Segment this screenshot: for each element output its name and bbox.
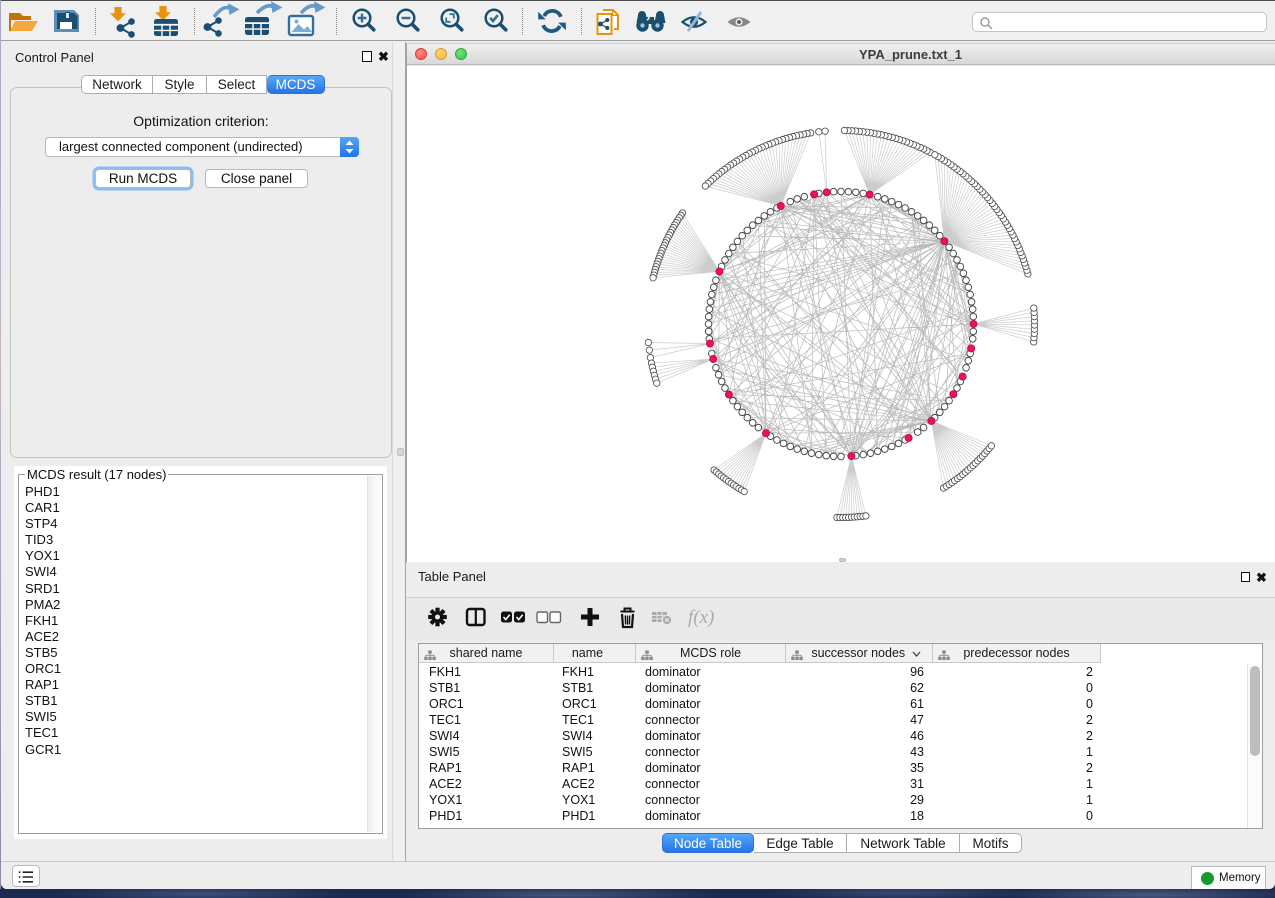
svg-text:f(x): f(x) [688, 607, 714, 628]
